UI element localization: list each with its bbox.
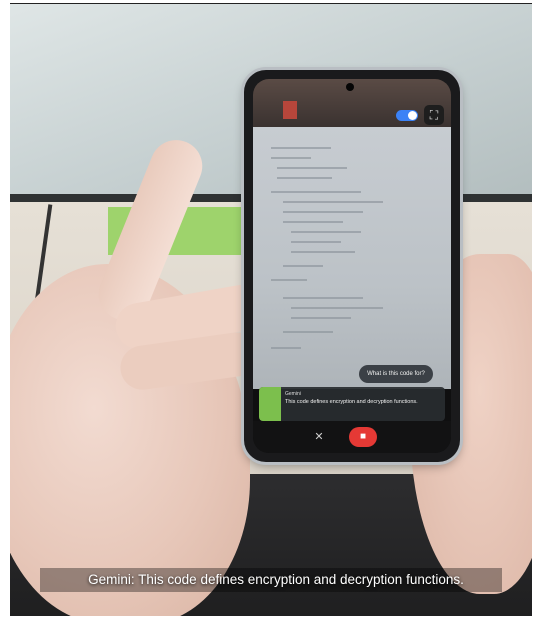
video-caption: Gemini: This code defines encryption and…	[88, 572, 464, 587]
code-line	[271, 347, 301, 349]
expand-icon[interactable]: ⛶	[424, 105, 444, 125]
phone-status-area: ⛶	[253, 79, 451, 127]
phone-screen: ⛶ What is this code for? Gemini This cod…	[253, 79, 451, 453]
code-line	[271, 147, 331, 149]
code-line	[283, 211, 363, 213]
video-frame: ⛶ What is this code for? Gemini This cod…	[10, 4, 532, 616]
code-line	[271, 157, 311, 159]
code-line	[291, 231, 361, 233]
front-camera	[346, 83, 354, 91]
code-line	[277, 177, 332, 179]
camera-viewfinder	[253, 127, 451, 389]
code-line	[291, 317, 351, 319]
mode-toggle[interactable]	[396, 110, 418, 121]
phone-bottom-bar: ✕ ■	[253, 421, 451, 453]
answer-thumbnail	[259, 387, 281, 421]
code-line	[271, 279, 307, 281]
smartphone: ⛶ What is this code for? Gemini This cod…	[244, 70, 460, 462]
video-camera-icon[interactable]: ■	[349, 427, 377, 447]
code-line	[283, 297, 363, 299]
code-line	[277, 167, 347, 169]
code-line	[283, 265, 323, 267]
code-line	[283, 201, 383, 203]
answer-text: This code defines encryption and decrypt…	[285, 399, 418, 405]
answer-label: Gemini	[285, 391, 301, 397]
answer-panel: Gemini This code defines encryption and …	[259, 387, 445, 421]
question-bubble: What is this code for?	[359, 365, 433, 383]
code-line	[271, 191, 361, 193]
code-line	[291, 241, 341, 243]
code-line	[283, 331, 333, 333]
thumbnail	[283, 101, 297, 119]
code-line	[291, 307, 383, 309]
code-line	[291, 251, 355, 253]
code-line	[283, 221, 343, 223]
mute-icon[interactable]: ✕	[311, 429, 327, 445]
